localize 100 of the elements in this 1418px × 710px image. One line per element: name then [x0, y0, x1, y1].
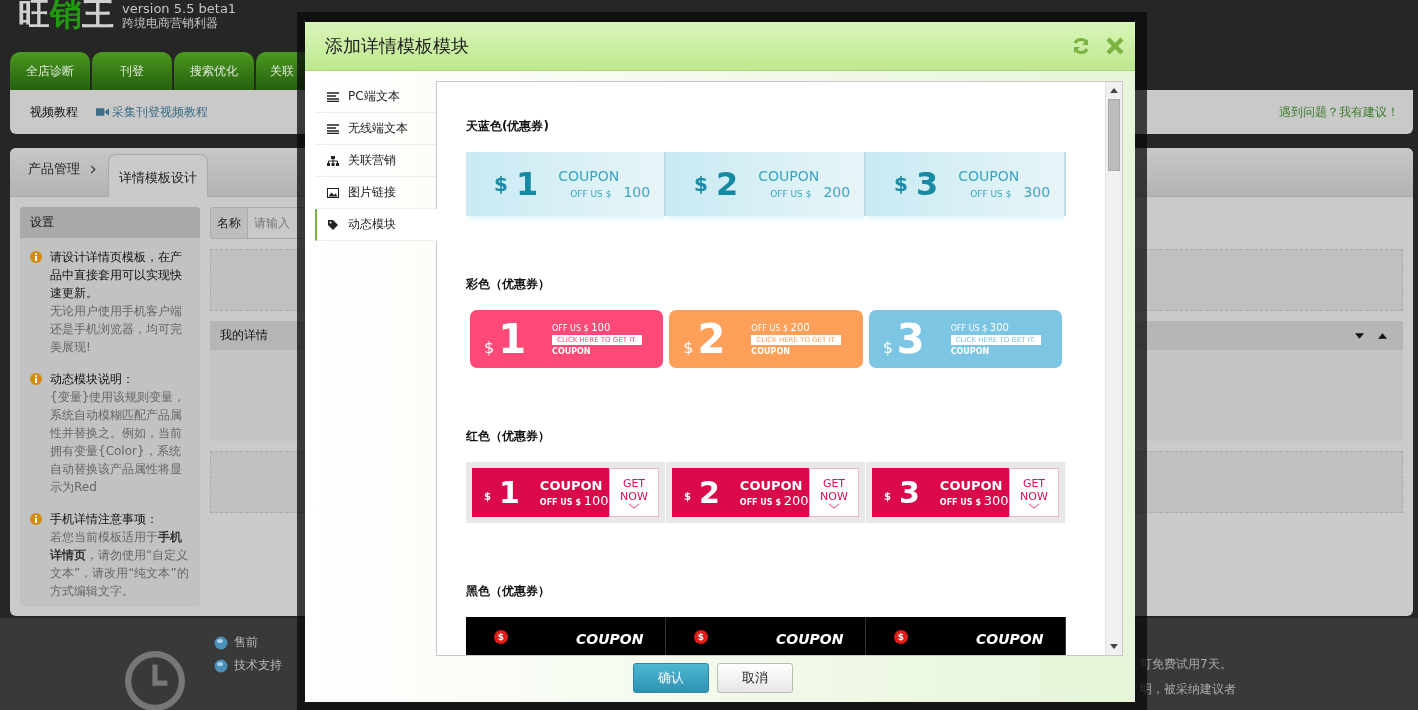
hierarchy-icon	[327, 155, 339, 166]
scroll-down-icon[interactable]	[1110, 644, 1118, 649]
coupon-currency: $	[684, 491, 691, 502]
video-tutorial-label: 视频教程	[30, 103, 78, 121]
coupon-off-label: OFF US $	[539, 497, 581, 507]
note-text: 若您当前模板适用于手机详情页，请勿使用“自定义文本”，请改用“纯文本”的方式编辑文字。	[50, 529, 190, 600]
coupon-off-label: OFF US $	[770, 189, 812, 199]
feedback-link[interactable]: 遇到问题？我有建议！	[1279, 103, 1399, 121]
coupon-amount: 300	[1023, 184, 1051, 200]
coupon-currency: $	[683, 337, 694, 357]
coupon-currency: $	[484, 337, 495, 357]
support-link[interactable]: 技术支持	[234, 657, 282, 674]
breadcrumb-tab[interactable]: 产品管理	[28, 160, 80, 196]
coupon-cta: GET NOW	[619, 476, 649, 503]
lines-icon	[327, 91, 339, 102]
coupon-cta: GET NOW	[819, 476, 849, 503]
coupon-amount: 200	[823, 184, 851, 200]
support-link[interactable]: 售前	[234, 634, 258, 651]
lines-icon	[327, 123, 339, 134]
coupon-currency: $	[494, 172, 508, 196]
note-heading: 动态模块说明：	[50, 371, 135, 388]
image-icon	[327, 187, 339, 198]
coupon-label: COUPON	[976, 631, 1044, 647]
chevron-icon	[828, 502, 840, 509]
coupon-label: COUPON	[558, 168, 621, 184]
coupon-label: COUPON	[552, 347, 592, 356]
coupon-amount: 100	[623, 184, 651, 200]
coupon-label: COUPON	[539, 477, 604, 493]
coupon-card[interactable]: $ 2 COUPON OFF US $ 200 GET NOW	[666, 462, 865, 523]
footer-text: 可免费试用7天。	[1140, 656, 1233, 673]
version-text: version 5.5 beta1	[122, 1, 237, 16]
note-heading: 请设计详情页模板，在产品中直接套用可以实现快速更新。	[50, 249, 183, 302]
section-title: 黑色（优惠券）	[466, 583, 551, 600]
chevron-icon	[628, 502, 640, 509]
chevron-icon	[90, 165, 96, 174]
nav-tab[interactable]: 搜索优化	[174, 52, 254, 90]
coupon-card[interactable]: $ 3 COUPON OFF US $ 300	[866, 152, 1066, 216]
my-details-title: 我的详情	[220, 327, 268, 344]
coupon-number: 2	[697, 316, 726, 362]
tagline: 跨境电商营销利器	[122, 16, 219, 31]
bubble-icon	[214, 635, 228, 650]
coupon-currency: $	[894, 630, 908, 644]
coupon-number: 1	[498, 316, 527, 362]
coupon-label: COUPON	[939, 477, 1004, 493]
down-arrow-icon[interactable]	[1355, 332, 1364, 339]
tag-icon	[327, 219, 339, 230]
coupon-currency: $	[894, 172, 908, 196]
breadcrumb-tab[interactable]: 详情模板设计	[108, 154, 208, 197]
up-arrow-icon[interactable]	[1378, 332, 1387, 339]
bubble-icon	[214, 658, 228, 673]
coupon-label: COUPON	[751, 347, 791, 356]
info-icon	[30, 373, 42, 385]
coupon-currency: $	[882, 337, 893, 357]
confirm-button[interactable]: 确认	[633, 663, 709, 693]
coupon-off-label: OFF US $	[751, 324, 788, 333]
settings-title: 设置	[20, 207, 200, 238]
coupon-number: 2	[715, 165, 739, 203]
logo: 旺销王	[18, 0, 114, 32]
coupon-currency: $	[494, 630, 508, 644]
scroll-thumb[interactable]	[1108, 99, 1120, 171]
footer-text: 明，被采纳建议者	[1140, 681, 1236, 698]
coupon-number: 1	[515, 165, 539, 203]
coupon-label: COUPON	[758, 168, 821, 184]
scrollbar[interactable]	[1105, 82, 1122, 655]
coupon-card[interactable]: $ 3 COUPON OFF US $ 300 GET NOW	[866, 462, 1065, 523]
nav-tab[interactable]: 刊登	[92, 52, 172, 90]
coupon-number: 2	[698, 475, 720, 510]
coupon-number: 3	[898, 475, 920, 510]
coupon-number: 3	[896, 316, 925, 362]
info-icon	[30, 251, 42, 263]
coupon-cta: GET NOW	[1019, 476, 1049, 503]
coupon-off-label: OFF US $	[970, 189, 1012, 199]
coupon-card[interactable]: $ 1 COUPON OFF US $ 100 GET NOW	[466, 462, 665, 523]
info-icon	[30, 513, 42, 525]
coupon-amount: 100	[583, 492, 609, 508]
note-text: 无论用户使用手机客户端还是手机浏览器，均可完美展现!	[50, 303, 183, 356]
menu-item[interactable]: 动态模块	[315, 209, 437, 241]
coupon-number: 3	[915, 165, 939, 203]
coupon-off-label: OFF US $	[552, 324, 589, 333]
coupon-strip[interactable]: $ COUPON $ COUPON $ COUPON	[466, 617, 1066, 655]
section-title: 红色（优惠券）	[466, 428, 551, 445]
coupon-number: 1	[498, 475, 520, 510]
section-title: 彩色（优惠券）	[466, 276, 551, 293]
coupon-card[interactable]: $ 2 COUPON OFF US $ 200	[666, 152, 866, 216]
coupon-off-label: OFF US $	[570, 189, 612, 199]
cancel-button[interactable]: 取消	[717, 663, 793, 693]
note-heading: 手机详情注意事项：	[50, 511, 159, 528]
note-text: {变量}使用该规则变量，系统自动模糊匹配产品属性并替换之。例如，当前拥有变量{Color}，系统自动替换该产品属性将显示为Red	[50, 389, 187, 496]
coupon-currency: $	[694, 172, 708, 196]
nav-tab[interactable]: 全店诊断	[10, 52, 90, 90]
coupon-off-label: OFF US $	[939, 497, 981, 507]
coupon-label: COUPON	[950, 347, 991, 356]
coupon-currency: $	[884, 491, 891, 502]
coupon-amount: 200	[790, 322, 810, 333]
chevron-icon	[1028, 502, 1040, 509]
coupon-label: COUPON	[739, 477, 804, 493]
clock-icon	[124, 650, 186, 710]
coupon-card[interactable]: $ 1 COUPON OFF US $ 100	[466, 152, 666, 216]
tutorial-link[interactable]: 采集刊登视频教程	[112, 103, 208, 121]
scroll-up-icon[interactable]	[1110, 88, 1118, 93]
